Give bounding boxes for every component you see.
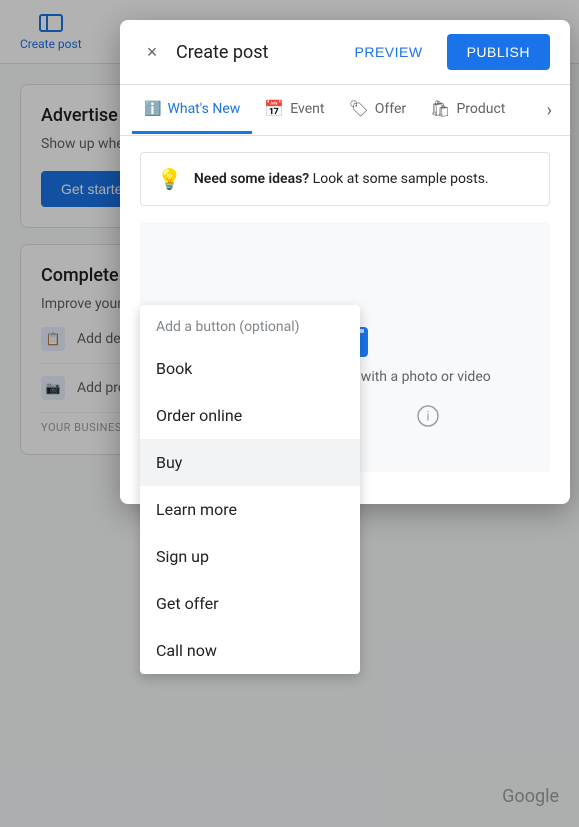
tab-event-label: Event (290, 101, 324, 117)
offer-icon: 🏷 (348, 99, 368, 118)
tab-event[interactable]: 📅 Event (252, 85, 336, 135)
lightbulb-icon: 💡 (157, 167, 182, 191)
tab-product[interactable]: 🛍 Product (418, 85, 517, 135)
event-icon: 📅 (264, 99, 284, 118)
tab-whats-new-label: What's New (167, 101, 240, 117)
dialog-tabs: ℹ️ What's New 📅 Event 🏷 Offer 🛍 Product … (120, 85, 570, 136)
dropdown-item-buy[interactable]: Buy (140, 439, 360, 486)
dropdown-header: Add a button (optional) (140, 305, 360, 345)
dropdown-item-learn-more[interactable]: Learn more (140, 486, 360, 533)
dropdown-item-get-offer[interactable]: Get offer (140, 580, 360, 627)
close-button[interactable]: × (140, 40, 164, 64)
tab-product-label: Product (456, 101, 505, 117)
ideas-text: Need some ideas? Look at some sample pos… (194, 171, 489, 187)
preview-button[interactable]: PREVIEW (343, 36, 435, 68)
tab-offer[interactable]: 🏷 Offer (336, 85, 418, 135)
tab-whats-new[interactable]: ℹ️ What's New (132, 87, 252, 134)
ideas-banner[interactable]: 💡 Need some ideas? Look at some sample p… (140, 152, 550, 206)
tab-offer-label: Offer (375, 101, 406, 117)
dropdown-item-call-now[interactable]: Call now (140, 627, 360, 674)
whats-new-icon: ℹ️ (144, 101, 161, 117)
info-icon[interactable]: i (417, 405, 439, 432)
svg-text:i: i (427, 409, 430, 424)
button-dropdown: Add a button (optional) Book Order onlin… (140, 305, 360, 674)
dropdown-item-order-online[interactable]: Order online (140, 392, 360, 439)
dialog-title: Create post (176, 42, 331, 63)
dialog-header: × Create post PREVIEW PUBLISH (120, 20, 570, 85)
publish-button[interactable]: PUBLISH (447, 34, 550, 70)
dropdown-item-sign-up[interactable]: Sign up (140, 533, 360, 580)
product-icon: 🛍 (430, 99, 450, 118)
dropdown-item-book[interactable]: Book (140, 345, 360, 392)
tabs-chevron-right-icon[interactable]: › (541, 86, 558, 135)
